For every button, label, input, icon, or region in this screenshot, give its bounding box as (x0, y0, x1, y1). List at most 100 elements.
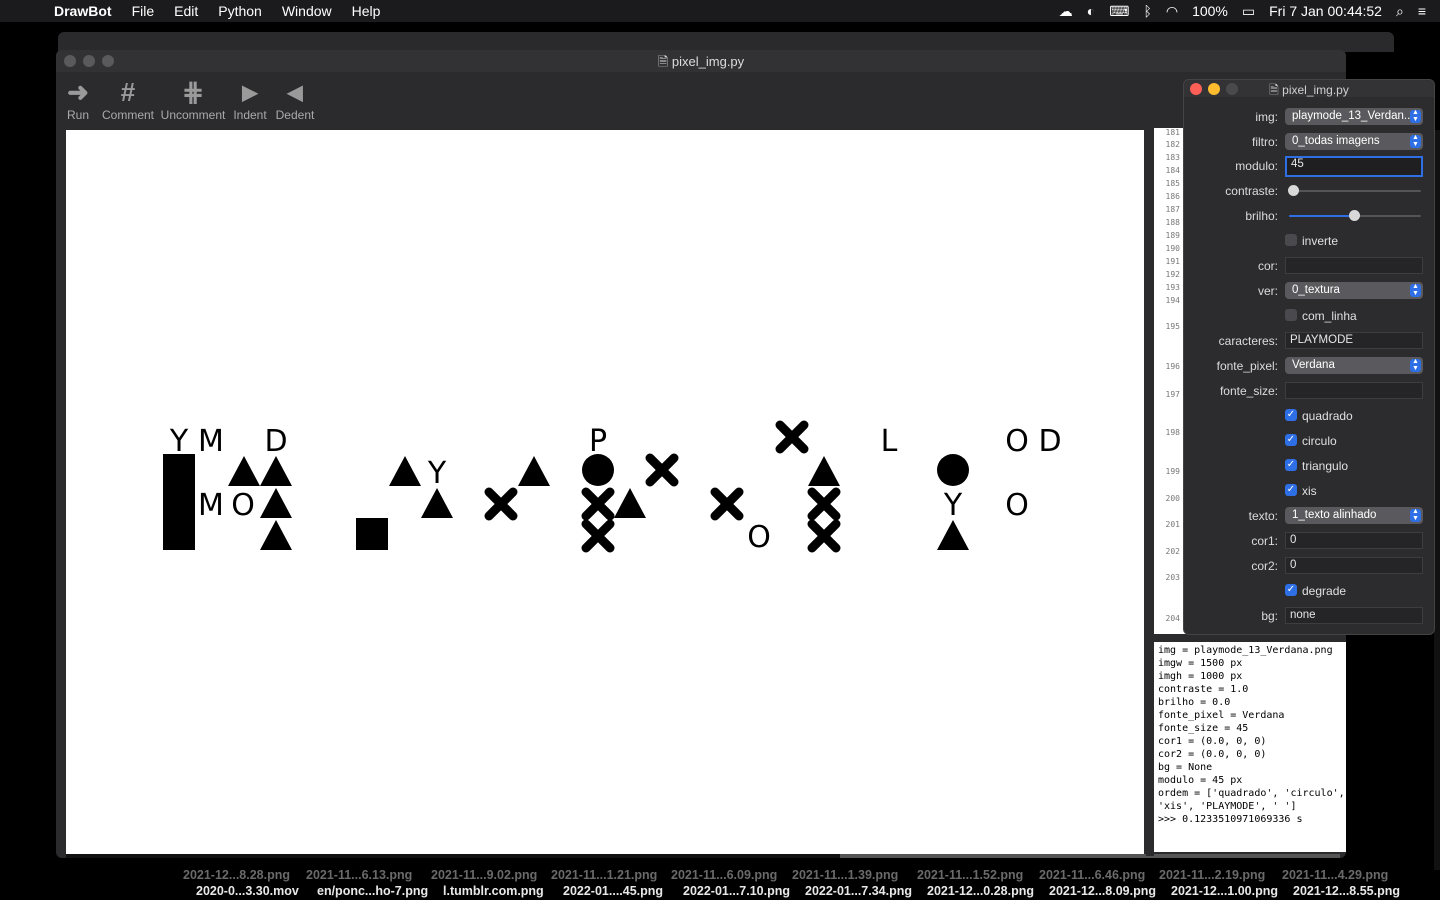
line-number: 187 (1165, 205, 1180, 214)
modulo-label: modulo: (1235, 159, 1278, 173)
inverte-checkbox[interactable] (1285, 234, 1297, 246)
output-console[interactable]: img = playmode_13_Verdana.png imgw = 150… (1154, 642, 1346, 852)
circle-shape (937, 454, 969, 486)
desktop-file[interactable]: 2021-11...6.13.png (306, 868, 412, 882)
contraste-slider[interactable] (1285, 182, 1423, 199)
cor1-field[interactable]: 0 (1285, 532, 1423, 549)
menu-app-name[interactable]: DrawBot (54, 3, 112, 19)
brilho-label: brilho: (1245, 209, 1278, 223)
drawing-canvas[interactable]: Y M D M O Y P L O D O Y O (66, 130, 1144, 854)
triangulo-checkbox[interactable]: ✓ (1285, 459, 1297, 471)
triangle-shape (808, 456, 840, 486)
desktop-file[interactable]: 2021-11...2.19.png (1159, 868, 1265, 882)
desktop-file[interactable]: 2022-01....45.png (563, 884, 663, 898)
control-center-icon[interactable]: ≡ (1418, 3, 1426, 19)
desktop-file[interactable]: 2021-12...0.28.png (927, 884, 1034, 898)
horizontal-scrollbar[interactable] (66, 854, 1340, 858)
line-number: 186 (1165, 192, 1180, 201)
desktop-files: 2020-0...3.30.mov en/ponc...ho-7.png l.t… (0, 860, 1440, 900)
circulo-checkbox[interactable]: ✓ (1285, 434, 1297, 446)
line-number: 194 (1165, 296, 1180, 305)
uncomment-icon: ⋕ (182, 76, 204, 107)
img-label: img: (1255, 110, 1278, 124)
desktop-file[interactable]: 2021-11...1.52.png (917, 868, 1023, 882)
cor-field[interactable] (1285, 257, 1423, 274)
chevron-updown-icon: ▲ ▼ (1410, 358, 1421, 372)
caracteres-field[interactable]: PLAYMODE (1285, 332, 1423, 349)
img-select[interactable]: playmode_13_Verdan... ▲ ▼ (1285, 108, 1423, 125)
battery-percent[interactable]: 100% (1192, 3, 1228, 19)
dedent-button[interactable]: ◀ Dedent (274, 76, 316, 123)
scroll-thumb[interactable] (840, 854, 1340, 858)
appearance-icon[interactable]: ◐ (1087, 3, 1095, 19)
comment-icon: # (120, 76, 136, 107)
clock[interactable]: Fri 7 Jan 00:44:52 (1269, 3, 1382, 19)
com-linha-row: com_linha (1184, 307, 1434, 327)
triangulo-row: ✓ triangulo (1184, 457, 1434, 477)
menu-python[interactable]: Python (218, 3, 262, 19)
x-shape (645, 453, 679, 487)
spotlight-icon[interactable]: ⌕ (1396, 3, 1404, 20)
com-linha-checkbox[interactable] (1285, 309, 1297, 321)
creative-cloud-icon[interactable]: ☁ (1059, 3, 1073, 20)
triangle-shape (260, 488, 292, 518)
desktop-file[interactable]: 2022-01...7.10.png (683, 884, 790, 898)
menu-edit[interactable]: Edit (174, 3, 198, 19)
slider-knob[interactable] (1288, 185, 1299, 196)
wifi-icon[interactable]: ◠ (1166, 3, 1178, 20)
caracteres-label: caracteres: (1218, 334, 1278, 348)
desktop-file[interactable]: en/ponc...ho-7.png (317, 884, 428, 898)
menu-help[interactable]: Help (352, 3, 381, 19)
desktop-file[interactable]: 2021-11...4.29.png (1282, 868, 1388, 882)
ver-row: ver: 0_textura ▲ ▼ (1184, 282, 1434, 302)
fonte-pixel-select[interactable]: Verdana ▲ ▼ (1285, 357, 1423, 374)
triangle-shape (614, 488, 646, 518)
degrade-checkbox[interactable]: ✓ (1285, 584, 1297, 596)
uncomment-button[interactable]: ⋕ Uncomment (160, 76, 226, 123)
dedent-label: Dedent (275, 108, 315, 122)
xis-checkbox[interactable]: ✓ (1285, 484, 1297, 496)
quadrado-checkbox[interactable]: ✓ (1285, 409, 1297, 421)
line-number: 190 (1165, 244, 1180, 253)
desktop-file[interactable]: 2021-11...6.09.png (671, 868, 777, 882)
desktop-file[interactable]: 2022-01...7.34.png (805, 884, 912, 898)
battery-icon[interactable]: ▭ (1242, 3, 1255, 20)
run-button[interactable]: ➜ Run (60, 76, 96, 123)
keyboard-icon[interactable]: ⌨ (1109, 3, 1129, 20)
desktop-file[interactable]: 2021-11...6.46.png (1039, 868, 1145, 882)
square-shape (163, 454, 195, 550)
desktop-file[interactable]: 2021-12...8.28.png (183, 868, 290, 882)
desktop-file[interactable]: 2021-12...1.00.png (1171, 884, 1278, 898)
desktop-file[interactable]: 2020-0...3.30.mov (196, 884, 299, 898)
line-number: 195 (1165, 322, 1180, 331)
bluetooth-icon[interactable]: ᛒ (1143, 3, 1151, 19)
filtro-select[interactable]: 0_todas imagens ▲ ▼ (1285, 133, 1423, 150)
triangle-shape (228, 456, 260, 486)
bg-field[interactable]: none (1285, 607, 1423, 624)
desktop-file[interactable]: 2021-12...8.09.png (1049, 884, 1156, 898)
split-divider[interactable] (1146, 128, 1154, 856)
fonte-size-field[interactable] (1285, 382, 1423, 399)
desktop-file[interactable]: 2021-12...8.55.png (1293, 884, 1400, 898)
comment-button[interactable]: # Comment (100, 76, 156, 123)
chevron-updown-icon: ▲ ▼ (1410, 134, 1421, 148)
texto-row: texto: 1_texto alinhado ▲ ▼ (1184, 507, 1434, 527)
triangle-shape (937, 520, 969, 550)
ver-select[interactable]: 0_textura ▲ ▼ (1285, 282, 1423, 299)
texto-select[interactable]: 1_texto alinhado ▲ ▼ (1285, 507, 1423, 524)
img-value: playmode_13_Verdan... (1292, 110, 1414, 122)
desktop-file[interactable]: l.tumblr.com.png (443, 884, 544, 898)
slider-knob[interactable] (1348, 210, 1360, 221)
inverte-row: inverte (1184, 232, 1434, 252)
menu-window[interactable]: Window (282, 3, 332, 19)
desktop-file[interactable]: 2021-11...9.02.png (431, 868, 537, 882)
x-shape (775, 420, 809, 454)
circle-shape (582, 454, 614, 486)
modulo-field[interactable]: 45 (1285, 156, 1423, 177)
desktop-file[interactable]: 2021-11...1.21.png (551, 868, 657, 882)
desktop-file[interactable]: 2021-11...1.39.png (792, 868, 898, 882)
brilho-slider[interactable] (1285, 207, 1423, 224)
cor2-field[interactable]: 0 (1285, 557, 1423, 574)
menu-file[interactable]: File (132, 3, 155, 19)
indent-button[interactable]: ▶ Indent (230, 76, 270, 123)
